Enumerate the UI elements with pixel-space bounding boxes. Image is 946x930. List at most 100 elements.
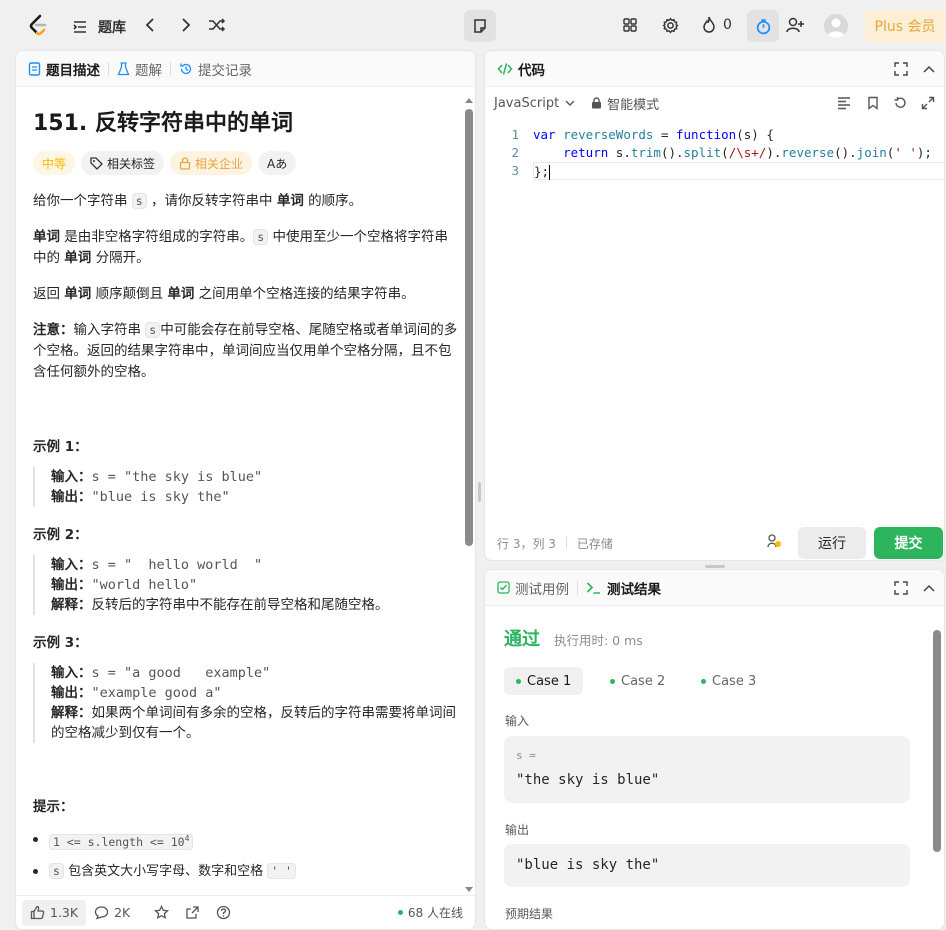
leetcode-logo[interactable] xyxy=(26,13,50,37)
collapse-icon[interactable] xyxy=(922,581,936,595)
bookmark-icon[interactable] xyxy=(866,96,880,110)
comment-icon xyxy=(94,906,109,920)
code-line: return s.trim().split(/\s+/).reverse().j… xyxy=(563,145,932,160)
result-scrollbar[interactable] xyxy=(933,630,941,852)
case-tab-1[interactable]: Case 1 xyxy=(504,667,584,695)
scroll-down-arrow[interactable] xyxy=(464,885,474,895)
next-problem-button[interactable] xyxy=(177,17,193,33)
code-editor[interactable]: 1 2 3 var reverseWords = function(s) { r… xyxy=(485,126,944,466)
code-line-active: }; xyxy=(533,162,944,180)
output-label: 输出： xyxy=(51,489,92,505)
language-select[interactable]: JavaScript xyxy=(494,96,575,111)
related-companies-button[interactable]: 相关企业 xyxy=(170,151,253,175)
constraint-code: 1 <= s.length <= 104 xyxy=(49,833,194,850)
flask-icon xyxy=(117,61,130,75)
submit-button[interactable]: 提交 xyxy=(874,527,943,559)
related-tags-button[interactable]: 相关标签 xyxy=(81,151,165,175)
example-title: 示例 1： xyxy=(33,439,88,455)
maximize-icon[interactable] xyxy=(894,62,908,76)
chevron-down-icon xyxy=(565,100,575,106)
favorite-button[interactable] xyxy=(146,900,177,926)
code-icon xyxy=(497,62,513,75)
text: 返回 xyxy=(33,286,65,302)
tab-divider xyxy=(170,61,171,76)
share-button[interactable] xyxy=(177,900,208,926)
text: 之间用单个空格连接的结果字符串。 xyxy=(194,286,415,302)
smart-mode-toggle[interactable]: 智能模式 xyxy=(591,94,659,113)
reset-icon[interactable] xyxy=(893,96,907,110)
question-icon xyxy=(217,905,231,920)
note-button[interactable] xyxy=(464,10,496,42)
like-button[interactable]: 1.3K xyxy=(22,899,87,926)
maximize-icon[interactable] xyxy=(894,581,908,595)
random-problem-button[interactable] xyxy=(208,17,226,33)
constraint-exponent: 4 xyxy=(184,834,190,843)
horizontal-resize-handle[interactable] xyxy=(705,565,725,568)
output-section-label: 输出 xyxy=(505,823,530,837)
result-summary: 通过 执行用时: 0 ms xyxy=(504,625,643,651)
pass-dot xyxy=(701,678,706,684)
result-status: 通过 xyxy=(504,629,540,650)
description-scrollbar[interactable] xyxy=(465,109,473,546)
fullscreen-icon[interactable] xyxy=(921,96,935,110)
tab-code[interactable]: 代码 xyxy=(497,59,545,79)
bold-text: 单词 xyxy=(33,229,60,245)
layout-button[interactable] xyxy=(622,17,638,33)
explain-label: 解释： xyxy=(51,705,92,721)
collapse-icon[interactable] xyxy=(922,62,936,76)
tab-description-label: 题目描述 xyxy=(46,62,100,79)
tab-solutions[interactable]: 题解 xyxy=(117,59,162,79)
code-line: var reverseWords = function(s) { xyxy=(533,127,774,142)
language-label: JavaScript xyxy=(494,95,560,111)
settings-button[interactable] xyxy=(662,17,679,34)
tab-divider xyxy=(577,580,578,595)
add-friend-button[interactable] xyxy=(785,16,805,34)
problem-list-button[interactable]: 题库 xyxy=(72,17,126,37)
tab-description[interactable]: 题目描述 xyxy=(28,59,100,79)
timer-button[interactable] xyxy=(747,10,779,42)
bold-text: 单词 xyxy=(64,250,92,266)
inline-code: s xyxy=(131,193,147,209)
plus-membership-button[interactable]: Plus 会员 xyxy=(865,10,945,42)
description-tabbar: 题目描述 题解 提交记录 xyxy=(16,51,475,87)
prev-problem-button[interactable] xyxy=(143,17,159,33)
output-label: 输出： xyxy=(51,685,92,701)
example-block: 输入：s = "the sky is blue" 输出："blue is sky… xyxy=(33,467,459,507)
case-tab-3[interactable]: Case 3 xyxy=(689,667,768,695)
description-scroll-area[interactable]: 151. 反转字符串中的单词 中等 相关标签 相关企业 Aあ 给你一个字符串 s… xyxy=(16,87,475,897)
help-button[interactable] xyxy=(208,900,239,926)
pass-dot xyxy=(610,678,615,684)
text: 顺序颠倒且 xyxy=(91,286,168,302)
comment-count: 2K xyxy=(114,905,131,920)
example-input: s = "the sky is blue" xyxy=(91,469,263,485)
chevron-right-icon xyxy=(182,18,191,32)
example-block: 输入：s = "a good example" 输出："example good… xyxy=(33,663,459,743)
output-box: "blue is sky the" xyxy=(504,844,910,887)
tab-testcases[interactable]: 测试用例 xyxy=(497,578,569,598)
format-icon[interactable] xyxy=(837,96,851,110)
example-explanation: 反转后的字符串中不能存在前导空格和尾随空格。 xyxy=(91,597,389,613)
debug-icon[interactable] xyxy=(766,533,782,549)
run-button[interactable]: 运行 xyxy=(798,527,866,559)
streak-counter[interactable]: 0 xyxy=(701,16,732,34)
output-value: "blue is sky the" xyxy=(516,857,660,873)
case-tab-2[interactable]: Case 2 xyxy=(598,667,677,695)
related-companies-label: 相关企业 xyxy=(195,156,244,171)
vertical-resize-handle[interactable] xyxy=(478,482,481,502)
text: 输入字符串 xyxy=(73,322,146,338)
avatar[interactable] xyxy=(824,14,848,38)
example-explanation: 如果两个单词间有多余的空格，反转后的字符串需要将单词间的空格减少到仅有一个。 xyxy=(51,705,456,741)
editor-status: 行 3，列 3 已存储 xyxy=(497,535,613,552)
translate-button[interactable]: Aあ xyxy=(258,151,297,175)
constraint-text: 包含英文大小写字母、数字和空格 xyxy=(63,863,268,879)
text: ，请你反转字符串中 xyxy=(146,193,277,209)
online-dot xyxy=(397,910,403,915)
tab-submissions[interactable]: 提交记录 xyxy=(179,59,252,79)
output-label: 输出： xyxy=(51,577,92,593)
comments-button[interactable]: 2K xyxy=(86,900,138,926)
submit-label: 提交 xyxy=(894,536,923,552)
scroll-up-arrow[interactable] xyxy=(464,95,474,105)
tab-test-result[interactable]: 测试结果 xyxy=(586,578,661,598)
example-output: "example good a" xyxy=(91,685,222,701)
gear-icon xyxy=(662,17,679,34)
